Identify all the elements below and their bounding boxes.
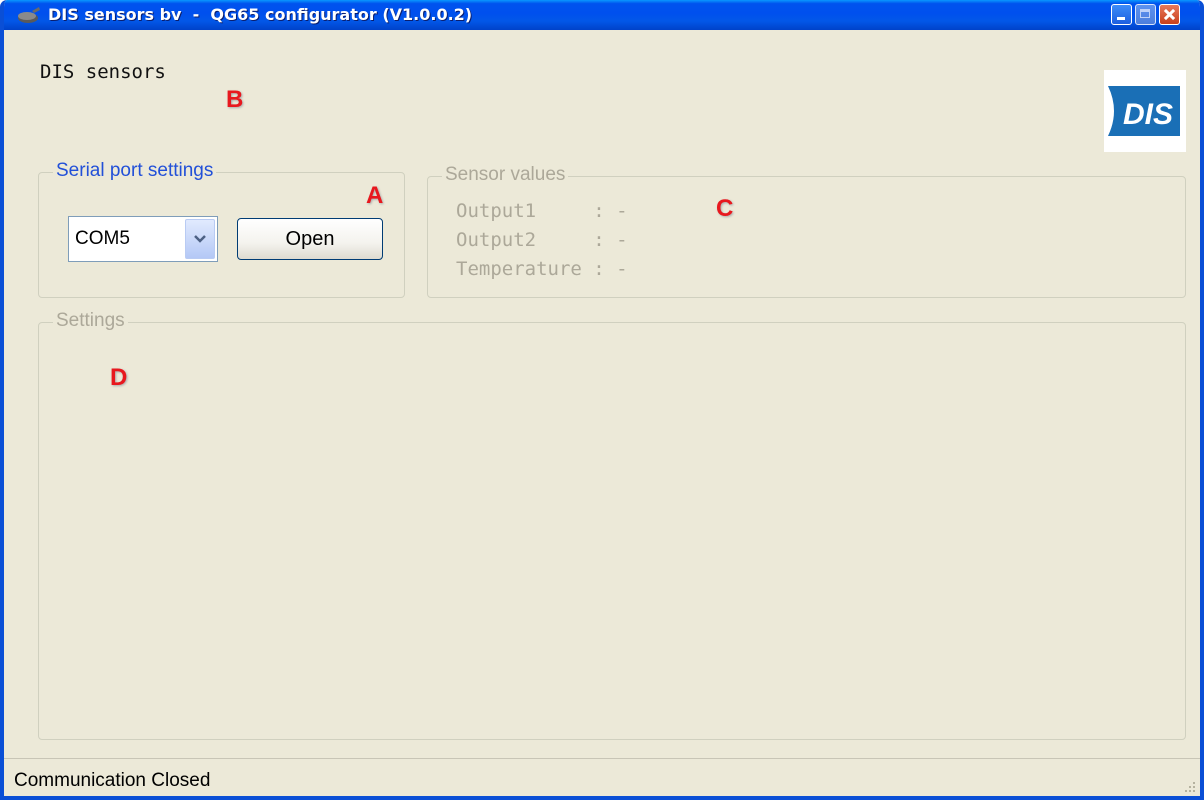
annotation-b: B xyxy=(226,86,244,113)
dis-logo: DIS xyxy=(1104,70,1186,152)
output2-value: Output2 : - xyxy=(456,229,628,251)
output1-value: Output1 : - xyxy=(456,200,628,222)
settings-group: Settings xyxy=(38,310,1186,740)
dropdown-button[interactable] xyxy=(185,219,215,259)
annotation-d: D xyxy=(110,364,128,391)
temperature-value: Temperature : - xyxy=(456,258,628,280)
chevron-down-icon xyxy=(194,235,206,243)
app-window: DIS sensors bv - QG65 configurator (V1.0… xyxy=(0,0,1204,800)
logo-text: DIS xyxy=(1123,98,1173,131)
annotation-c: C xyxy=(716,195,734,222)
annotation-a: A xyxy=(366,182,384,209)
status-text: Communication Closed xyxy=(14,770,211,791)
company-label: DIS sensors xyxy=(40,61,166,83)
resize-grip-icon[interactable] xyxy=(1182,780,1196,794)
title-bar[interactable]: DIS sensors bv - QG65 configurator (V1.0… xyxy=(4,0,1200,30)
minimize-button[interactable] xyxy=(1111,4,1132,25)
open-port-button[interactable]: Open xyxy=(237,218,383,260)
close-button[interactable] xyxy=(1159,4,1180,25)
settings-legend: Settings xyxy=(53,310,128,332)
sensor-values-legend: Sensor values xyxy=(442,164,569,186)
window-title: DIS sensors bv - QG65 configurator (V1.0… xyxy=(48,5,473,24)
com-port-select[interactable]: COM5 xyxy=(68,216,218,262)
com-port-value: COM5 xyxy=(75,228,130,249)
app-icon xyxy=(18,7,40,23)
maximize-button[interactable] xyxy=(1135,4,1156,25)
serial-port-legend: Serial port settings xyxy=(53,160,217,182)
status-bar: Communication Closed xyxy=(4,758,1200,796)
